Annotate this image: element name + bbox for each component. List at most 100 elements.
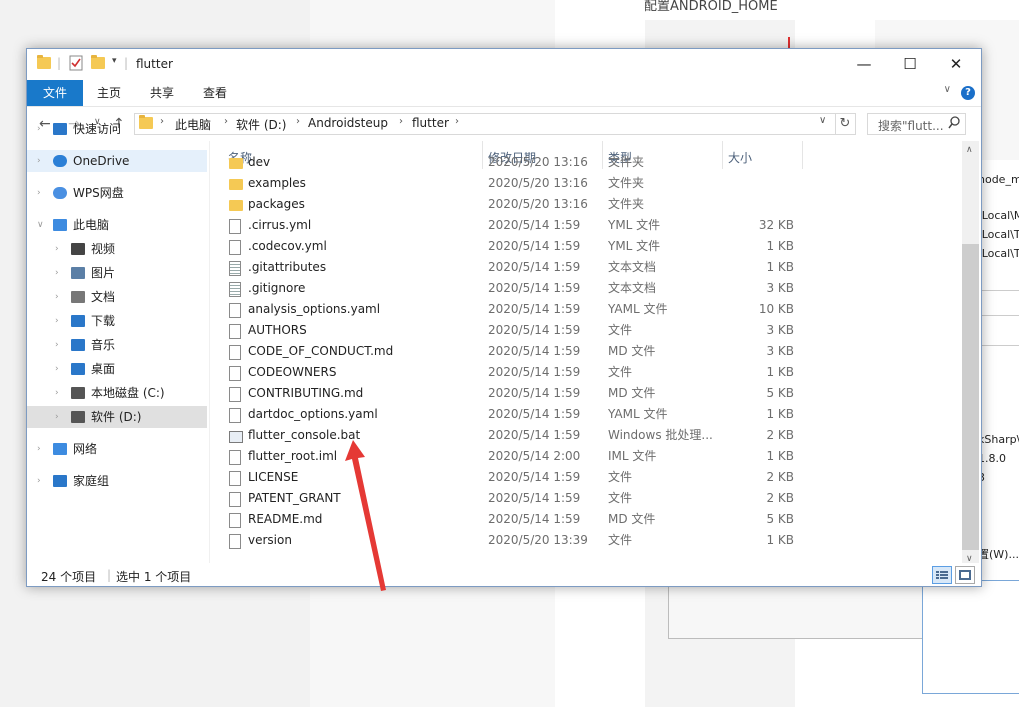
expand-chevron-icon[interactable]: ∨ xyxy=(37,214,44,236)
file-type: 文件夹 xyxy=(608,155,645,169)
breadcrumb-separator[interactable]: › xyxy=(455,116,459,127)
close-button[interactable]: ✕ xyxy=(933,49,979,80)
sidebar-item[interactable]: › 网络 xyxy=(27,438,207,460)
tab-home[interactable]: 主页 xyxy=(89,80,129,106)
sidebar-item[interactable]: › 本地磁盘 (C:) xyxy=(27,382,207,404)
sidebar-item[interactable]: › OneDrive xyxy=(27,150,207,172)
details-view-button[interactable] xyxy=(932,566,952,584)
new-folder-icon[interactable] xyxy=(91,55,105,72)
download-icon xyxy=(71,315,85,327)
table-row[interactable]: LICENSE 2020/5/14 1:59 文件 2 KB xyxy=(210,467,962,488)
file-size: 1 KB xyxy=(766,449,794,463)
breadcrumb-separator[interactable]: › xyxy=(224,116,228,127)
sidebar-item[interactable]: › 文档 xyxy=(27,286,207,308)
scrollbar-thumb[interactable] xyxy=(962,244,979,550)
sidebar-item[interactable]: › 快速访问 xyxy=(27,118,207,140)
background-fragment: \Local\T xyxy=(978,228,1019,241)
sidebar-item[interactable]: › 视频 xyxy=(27,238,207,260)
expand-chevron-icon[interactable]: › xyxy=(37,470,41,492)
large-icons-view-button[interactable] xyxy=(955,566,975,584)
expand-chevron-icon[interactable]: › xyxy=(55,310,59,332)
file-icon xyxy=(229,534,241,549)
batch-file-icon xyxy=(229,431,243,443)
table-row[interactable]: README.md 2020/5/14 1:59 MD 文件 5 KB xyxy=(210,509,962,530)
table-row[interactable]: .gitignore 2020/5/14 1:59 文本文档 3 KB xyxy=(210,278,962,299)
expand-chevron-icon[interactable]: › xyxy=(55,358,59,380)
file-name: packages xyxy=(248,197,305,211)
search-icon[interactable] xyxy=(948,116,960,132)
scroll-up-icon[interactable]: ∧ xyxy=(966,145,973,155)
breadcrumb-separator[interactable]: › xyxy=(296,116,300,127)
collapse-ribbon-icon[interactable]: ∨ xyxy=(944,84,951,95)
vertical-scrollbar[interactable]: ∧ ∨ xyxy=(962,141,979,567)
expand-chevron-icon[interactable]: › xyxy=(55,334,59,356)
table-row[interactable]: packages 2020/5/20 13:16 文件夹 xyxy=(210,194,962,215)
sidebar-item[interactable]: › WPS网盘 xyxy=(27,182,207,204)
table-row[interactable]: flutter_root.iml 2020/5/14 2:00 IML 文件 1 KB xyxy=(210,446,962,467)
file-type: 文本文档 xyxy=(608,281,657,295)
sidebar-item[interactable]: › 家庭组 xyxy=(27,470,207,492)
maximize-button[interactable]: ☐ xyxy=(887,49,933,80)
breadcrumb-separator[interactable]: › xyxy=(399,116,403,127)
file-size: 2 KB xyxy=(766,470,794,484)
file-icon xyxy=(229,240,241,255)
help-icon[interactable]: ? xyxy=(961,86,975,100)
sidebar-item[interactable]: › 图片 xyxy=(27,262,207,284)
table-row[interactable]: .gitattributes 2020/5/14 1:59 文本文档 1 KB xyxy=(210,257,962,278)
sidebar-item[interactable]: › 下载 xyxy=(27,310,207,332)
sidebar-item[interactable]: › 软件 (D:) xyxy=(27,406,207,428)
refresh-button[interactable]: ↻ xyxy=(835,113,856,135)
table-row[interactable]: AUTHORS 2020/5/14 1:59 文件 3 KB xyxy=(210,320,962,341)
file-type: YML 文件 xyxy=(608,239,661,253)
background-fragment: 置(W)... xyxy=(978,548,1019,561)
table-row[interactable]: PATENT_GRANT 2020/5/14 1:59 文件 2 KB xyxy=(210,488,962,509)
file-type: 文件夹 xyxy=(608,197,645,211)
table-row[interactable]: examples 2020/5/20 13:16 文件夹 xyxy=(210,173,962,194)
breadcrumb-androidsteup[interactable]: Androidsteup xyxy=(308,116,388,130)
tab-file[interactable]: 文件 xyxy=(27,80,83,106)
table-row[interactable]: dev 2020/5/20 13:16 文件夹 xyxy=(210,152,962,173)
file-icon xyxy=(229,303,241,318)
sidebar-item[interactable]: › 桌面 xyxy=(27,358,207,380)
breadcrumb-drive-d[interactable]: 软件 (D:) xyxy=(236,116,286,133)
search-input[interactable]: 搜索"flutt... xyxy=(867,113,966,135)
breadcrumb-flutter[interactable]: flutter xyxy=(412,116,449,130)
table-row[interactable]: .cirrus.yml 2020/5/14 1:59 YML 文件 32 KB xyxy=(210,215,962,236)
file-name: CODE_OF_CONDUCT.md xyxy=(248,344,394,358)
customize-toolbar-icon[interactable]: ▾ xyxy=(112,56,117,66)
minimize-button[interactable]: — xyxy=(841,49,887,80)
expand-chevron-icon[interactable]: › xyxy=(37,438,41,460)
picture-icon xyxy=(71,267,85,279)
drive-icon xyxy=(71,387,85,399)
tab-share[interactable]: 共享 xyxy=(142,80,182,106)
file-icon xyxy=(229,261,241,276)
table-row[interactable]: CODEOWNERS 2020/5/14 1:59 文件 1 KB xyxy=(210,362,962,383)
expand-chevron-icon[interactable]: › xyxy=(37,182,41,204)
expand-chevron-icon[interactable]: › xyxy=(55,262,59,284)
tab-view[interactable]: 查看 xyxy=(195,80,235,106)
file-size: 2 KB xyxy=(766,491,794,505)
title-bar[interactable]: | ▾ | flutter — ☐ ✕ xyxy=(27,49,981,80)
table-row[interactable]: flutter_console.bat 2020/5/14 1:59 Windows… xyxy=(210,425,962,446)
table-row[interactable]: .codecov.yml 2020/5/14 1:59 YML 文件 1 KB xyxy=(210,236,962,257)
expand-chevron-icon[interactable]: › xyxy=(37,150,41,172)
expand-chevron-icon[interactable]: › xyxy=(55,406,59,428)
properties-icon[interactable] xyxy=(69,55,83,74)
file-size: 10 KB xyxy=(758,302,794,316)
file-icon xyxy=(229,408,241,423)
sidebar-item[interactable]: ∨ 此电脑 xyxy=(27,214,207,236)
sidebar-item[interactable]: › 音乐 xyxy=(27,334,207,356)
expand-chevron-icon[interactable]: › xyxy=(37,118,41,140)
file-size: 1 KB xyxy=(766,407,794,421)
expand-chevron-icon[interactable]: › xyxy=(55,238,59,260)
table-row[interactable]: CODE_OF_CONDUCT.md 2020/5/14 1:59 MD 文件 3 K… xyxy=(210,341,962,362)
address-dropdown-icon[interactable]: ∨ xyxy=(819,115,826,126)
file-type: YAML 文件 xyxy=(608,407,668,421)
expand-chevron-icon[interactable]: › xyxy=(55,286,59,308)
table-row[interactable]: analysis_options.yaml 2020/5/14 1:59 YAML … xyxy=(210,299,962,320)
expand-chevron-icon[interactable]: › xyxy=(55,382,59,404)
address-bar[interactable]: › 此电脑 › 软件 (D:) › Androidsteup › flutter… xyxy=(134,113,836,135)
table-row[interactable]: CONTRIBUTING.md 2020/5/14 1:59 MD 文件 5 KB xyxy=(210,383,962,404)
table-row[interactable]: version 2020/5/20 13:39 文件 1 KB xyxy=(210,530,962,551)
table-row[interactable]: dartdoc_options.yaml 2020/5/14 1:59 YAML 文… xyxy=(210,404,962,425)
